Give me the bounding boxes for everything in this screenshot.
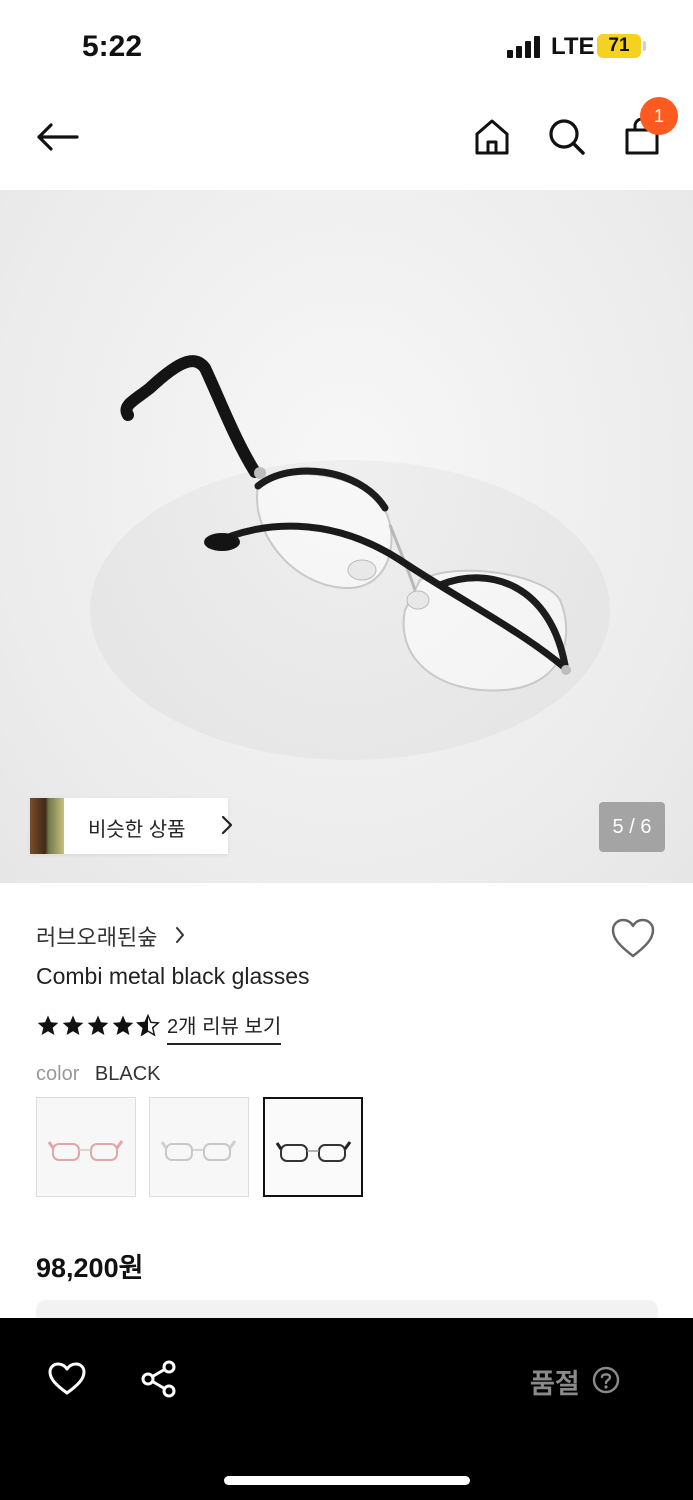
status-time: 5:22 [82,30,143,63]
back-arrow-icon[interactable] [35,122,79,152]
color-label: color [36,1063,80,1085]
battery-tip [643,41,646,51]
chevron-right-icon [176,927,184,943]
similar-products-button[interactable]: 비슷한 상품 [30,798,233,854]
chevron-right-icon [221,815,233,835]
similar-products-thumbnail [30,798,64,854]
color-swatch-pink[interactable] [36,1097,136,1197]
help-icon[interactable] [592,1366,620,1394]
top-navigation [0,90,693,190]
home-indicator [224,1476,470,1485]
similar-products-label: 비슷한 상품 [88,819,186,841]
color-swatch-black[interactable] [263,1097,363,1197]
glasses-thumbnail-pink [47,1140,124,1161]
battery-level: 71 [608,35,630,56]
bottom-action-bar [0,1318,693,1500]
color-option-row: color BLACK [36,1063,161,1086]
glasses-thumbnail-black [275,1141,352,1162]
home-icon[interactable] [474,118,510,156]
color-swatch-silver[interactable] [149,1097,249,1197]
share-icon[interactable] [140,1360,178,1398]
sold-out-label: 품절 [530,1369,580,1399]
battery-icon: 71 [597,34,641,58]
like-heart-icon[interactable] [48,1362,86,1396]
signal-icon [507,36,543,58]
product-image-carousel[interactable] [0,190,693,883]
brand-link[interactable]: 러브오래된숲 [36,920,184,952]
network-type: LTE [551,33,595,60]
product-title: Combi metal black glasses [36,963,310,989]
reviews-link[interactable]: 2개 리뷰 보기 [167,1010,282,1045]
image-page-counter: 5 / 6 [599,802,665,852]
glasses-product-image [120,355,571,692]
rating-stars [37,1014,160,1036]
product-price: 98,200원 [36,1253,144,1283]
search-icon[interactable] [548,118,586,156]
glasses-thumbnail-silver [160,1140,237,1161]
wishlist-heart-icon[interactable] [610,918,656,960]
status-bar: 5:22 LTE 71 [0,0,693,90]
color-value: BLACK [94,1063,161,1085]
cart-count-badge: 1 [640,97,678,135]
brand-name: 러브오래된숲 [36,925,158,950]
